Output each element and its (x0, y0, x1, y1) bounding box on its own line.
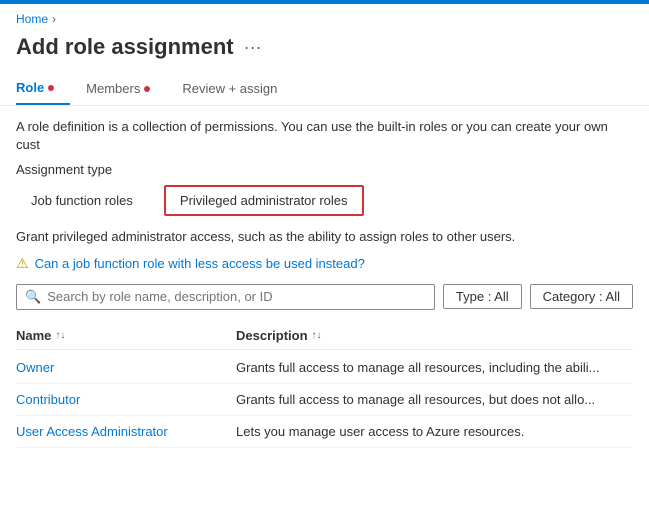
search-filter-row: 🔍 Type : All Category : All (16, 284, 633, 310)
tab-role[interactable]: Role (16, 72, 70, 105)
name-header-label: Name (16, 328, 51, 343)
tab-members-label: Members (86, 81, 140, 96)
warning-link[interactable]: Can a job function role with less access… (35, 256, 365, 271)
tab-members-dot (144, 86, 150, 92)
tabs-bar: Role Members Review + assign (0, 72, 649, 106)
contributor-role-link[interactable]: Contributor (16, 392, 236, 407)
type-filter-button[interactable]: Type : All (443, 284, 522, 309)
name-column-header: Name ↑↓ (16, 328, 236, 343)
assignment-type-label: Assignment type (16, 162, 633, 177)
description-sort-icon[interactable]: ↑↓ (312, 330, 322, 341)
content-area: A role definition is a collection of per… (0, 106, 649, 460)
breadcrumb-separator: › (52, 12, 56, 26)
tab-role-dot (48, 85, 54, 91)
breadcrumb-home[interactable]: Home (16, 12, 48, 26)
user-access-admin-role-description: Lets you manage user access to Azure res… (236, 424, 633, 439)
table-row: User Access Administrator Lets you manag… (16, 416, 633, 448)
warning-row: ⚠ Can a job function role with less acce… (16, 255, 633, 272)
owner-role-link[interactable]: Owner (16, 360, 236, 375)
search-icon: 🔍 (25, 289, 41, 305)
category-filter-button[interactable]: Category : All (530, 284, 633, 309)
tab-members[interactable]: Members (86, 72, 166, 105)
privileged-admin-roles-button[interactable]: Privileged administrator roles (164, 185, 364, 216)
warning-icon: ⚠ (16, 255, 29, 272)
table-row: Owner Grants full access to manage all r… (16, 352, 633, 384)
user-access-admin-role-link[interactable]: User Access Administrator (16, 424, 236, 439)
table-row: Contributor Grants full access to manage… (16, 384, 633, 416)
tab-role-label: Role (16, 80, 44, 95)
tab-review-label: Review + assign (182, 81, 277, 96)
owner-role-description: Grants full access to manage all resourc… (236, 360, 633, 375)
description-text: A role definition is a collection of per… (16, 118, 633, 154)
grant-text: Grant privileged administrator access, s… (16, 228, 633, 246)
breadcrumb: Home › (0, 4, 649, 30)
description-header-label: Description (236, 328, 308, 343)
ellipsis-menu-icon[interactable]: ··· (244, 37, 262, 58)
search-input[interactable] (47, 289, 426, 304)
role-type-buttons: Job function roles Privileged administra… (16, 185, 633, 216)
page-title: Add role assignment (16, 34, 234, 60)
table-header: Name ↑↓ Description ↑↓ (16, 322, 633, 350)
search-box: 🔍 (16, 284, 435, 310)
contributor-role-description: Grants full access to manage all resourc… (236, 392, 633, 407)
tab-review[interactable]: Review + assign (182, 72, 293, 105)
name-sort-icon[interactable]: ↑↓ (55, 330, 65, 341)
job-function-roles-button[interactable]: Job function roles (16, 186, 148, 215)
page-header: Add role assignment ··· (0, 30, 649, 72)
description-column-header: Description ↑↓ (236, 328, 633, 343)
